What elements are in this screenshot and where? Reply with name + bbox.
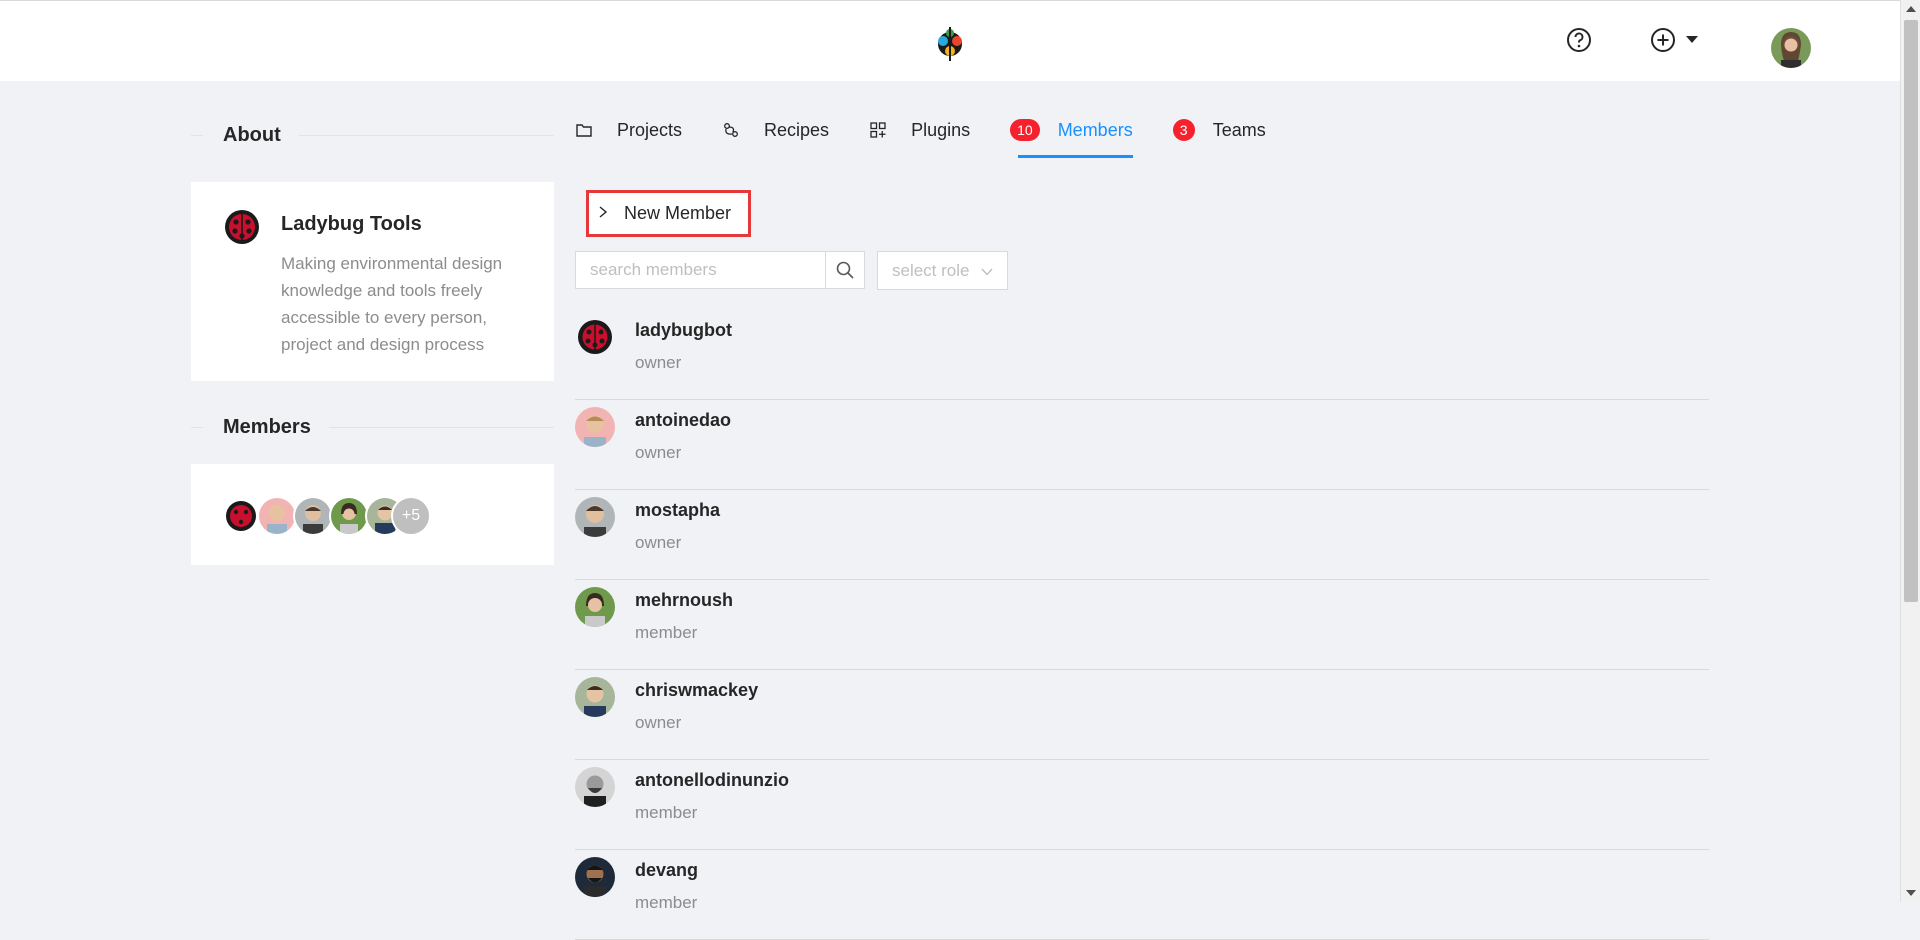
- tab-plugins[interactable]: Plugins: [869, 112, 970, 148]
- help-button[interactable]: [1564, 25, 1594, 55]
- member-role: member: [635, 803, 698, 822]
- member-name[interactable]: devang: [635, 860, 698, 881]
- member-name[interactable]: ladybugbot: [635, 320, 732, 341]
- list-item: chriswmackey owner: [575, 670, 1709, 760]
- chevron-right-icon: [599, 205, 608, 223]
- plugin-icon: [869, 121, 887, 139]
- new-member-button[interactable]: New Member: [586, 190, 751, 237]
- ladybug-tools-logo-icon[interactable]: [929, 23, 971, 65]
- plus-circle-icon: [1651, 28, 1675, 52]
- members-heading-label: Members: [223, 416, 311, 438]
- question-circle-icon: [1567, 28, 1591, 52]
- members-count-badge: 10: [1010, 119, 1040, 141]
- avatar[interactable]: [575, 857, 615, 897]
- member-role: member: [635, 623, 698, 642]
- org-name: Ladybug Tools: [281, 213, 422, 235]
- avatar[interactable]: [221, 496, 261, 536]
- teams-count-badge: 3: [1172, 119, 1195, 141]
- member-role: owner: [635, 443, 682, 462]
- scroll-thumb[interactable]: [1904, 20, 1918, 602]
- caret-down-icon: [1686, 36, 1698, 43]
- list-item: antoinedao owner: [575, 400, 1709, 490]
- tab-teams[interactable]: 3 Teams: [1172, 112, 1266, 148]
- avatar[interactable]: [575, 407, 615, 447]
- member-role: member: [635, 893, 698, 912]
- folder-icon: [575, 121, 593, 139]
- user-avatar[interactable]: [1771, 28, 1811, 68]
- member-name[interactable]: mehrnoush: [635, 590, 733, 611]
- avatar[interactable]: [293, 496, 333, 536]
- tab-projects[interactable]: Projects: [575, 112, 682, 148]
- list-item: mehrnoush member: [575, 580, 1709, 670]
- avatar[interactable]: [329, 496, 369, 536]
- tab-recipes[interactable]: Recipes: [722, 112, 829, 148]
- member-search: [575, 251, 865, 289]
- list-item: devang member: [575, 850, 1709, 940]
- member-name[interactable]: chriswmackey: [635, 680, 758, 701]
- avatar[interactable]: [575, 767, 615, 807]
- member-list: ladybugbot owner antoinedao owner mostap…: [575, 310, 1709, 940]
- member-name[interactable]: mostapha: [635, 500, 720, 521]
- create-new-dropdown[interactable]: [1650, 25, 1706, 55]
- ladybug-org-icon: [223, 208, 261, 246]
- about-heading-label: About: [223, 124, 281, 146]
- list-item: mostapha owner: [575, 490, 1709, 580]
- tab-label: Plugins: [911, 119, 971, 140]
- tab-label: Recipes: [764, 119, 830, 140]
- avatar[interactable]: [575, 497, 615, 537]
- tab-members[interactable]: 10 Members: [1010, 112, 1133, 158]
- member-role: owner: [635, 533, 682, 552]
- search-button[interactable]: [826, 251, 865, 289]
- about-heading: About: [191, 124, 554, 147]
- member-role: owner: [635, 353, 682, 372]
- avatar[interactable]: [575, 587, 615, 627]
- org-about-card: Ladybug Tools Making environmental desig…: [191, 182, 554, 381]
- member-name[interactable]: antoinedao: [635, 410, 731, 431]
- recipe-icon: [722, 121, 740, 139]
- search-members-input[interactable]: [575, 251, 826, 289]
- list-item: antonellodinunzio member: [575, 760, 1709, 850]
- chevron-down-icon: [981, 261, 994, 281]
- member-name[interactable]: antonellodinunzio: [635, 770, 789, 791]
- avatar[interactable]: [575, 677, 615, 717]
- org-description: Making environmental design knowledge an…: [281, 254, 503, 354]
- member-avatar-group: +5: [221, 496, 431, 536]
- new-member-label: New Member: [624, 203, 732, 223]
- avatar[interactable]: [575, 317, 615, 357]
- scroll-down-arrow-icon[interactable]: [1906, 890, 1916, 896]
- more-members-count[interactable]: +5: [391, 496, 431, 536]
- avatar[interactable]: [257, 496, 297, 536]
- org-tabs: Projects Recipes Plugins 10 Members 3 Te…: [575, 112, 1306, 158]
- top-bar: [0, 0, 1900, 81]
- tab-label: Members: [1057, 119, 1133, 140]
- tab-label: Teams: [1212, 119, 1266, 140]
- members-heading: Members: [191, 416, 554, 439]
- search-icon: [836, 261, 854, 279]
- tab-label: Projects: [617, 119, 683, 140]
- page-scrollbar[interactable]: [1900, 0, 1920, 902]
- member-role: owner: [635, 713, 682, 732]
- scroll-up-arrow-icon[interactable]: [1906, 6, 1916, 12]
- select-role-dropdown[interactable]: select role: [877, 251, 1008, 290]
- list-item: ladybugbot owner: [575, 310, 1709, 400]
- members-summary-card: +5: [191, 464, 554, 565]
- select-role-placeholder: select role: [892, 260, 970, 280]
